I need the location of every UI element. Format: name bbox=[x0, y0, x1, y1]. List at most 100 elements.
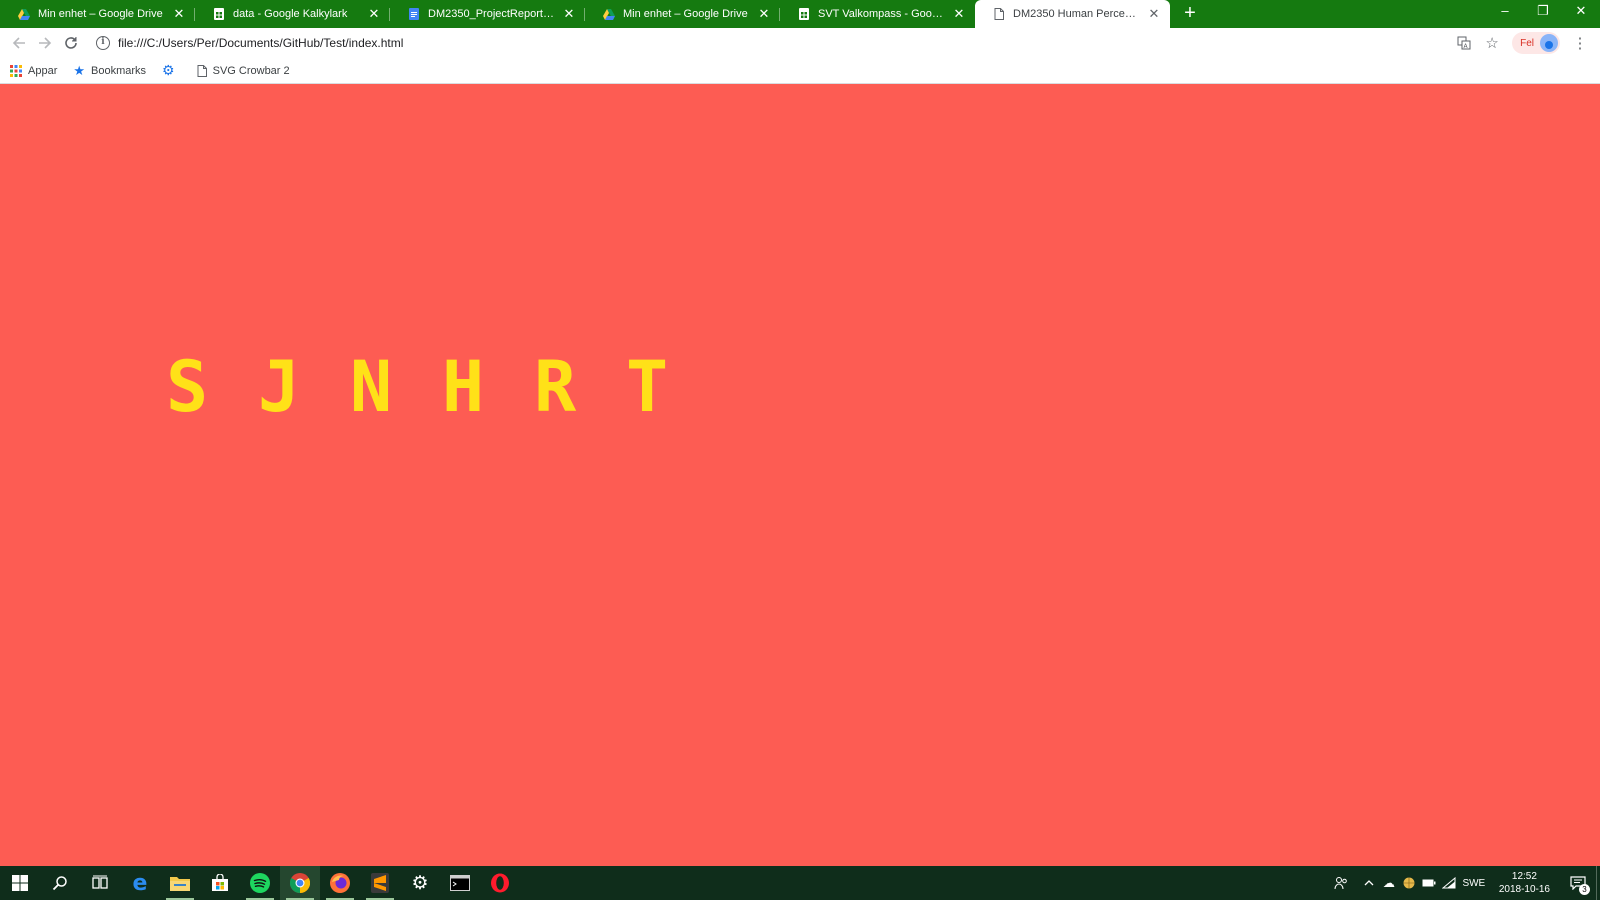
cloud-icon[interactable]: ☁ bbox=[1379, 876, 1399, 890]
action-center-button[interactable]: 3 bbox=[1560, 866, 1596, 900]
google-drive-icon bbox=[18, 8, 30, 20]
file-explorer-icon bbox=[170, 877, 190, 891]
back-button[interactable] bbox=[6, 30, 32, 56]
close-icon[interactable]: ✕ bbox=[951, 6, 967, 22]
reload-button[interactable] bbox=[58, 30, 84, 56]
sublime-text-icon bbox=[371, 873, 389, 893]
show-desktop-button[interactable] bbox=[1596, 866, 1600, 900]
spotify-icon bbox=[250, 873, 270, 893]
letter-sequence: S J N H R T bbox=[166, 352, 718, 422]
address-bar[interactable]: i bbox=[90, 30, 1451, 56]
tab-human-perception[interactable]: DM2350 Human Perception ✕ bbox=[975, 0, 1170, 28]
clock-date: 2018-10-16 bbox=[1498, 884, 1550, 895]
tab-google-drive-2[interactable]: Min enhet – Google Drive ✕ bbox=[585, 0, 780, 28]
edge-icon: e bbox=[132, 870, 148, 896]
taskbar-chrome[interactable] bbox=[280, 866, 320, 900]
letter: N bbox=[350, 346, 393, 428]
reload-icon bbox=[65, 37, 77, 49]
bookmark-svg-crowbar[interactable]: SVG Crowbar 2 bbox=[197, 64, 290, 77]
tab-google-drive-1[interactable]: Min enhet – Google Drive ✕ bbox=[0, 0, 195, 28]
letter: H bbox=[442, 346, 485, 428]
start-icon bbox=[12, 875, 28, 891]
bookmark-label: Appar bbox=[28, 64, 58, 77]
google-sheets-icon bbox=[798, 8, 810, 20]
globe-icon[interactable] bbox=[1399, 877, 1419, 889]
tab-title: SVT Valkompass - Google Kalkylark bbox=[818, 8, 945, 20]
letter: S bbox=[166, 346, 209, 428]
letter: T bbox=[626, 346, 669, 428]
close-icon[interactable]: ✕ bbox=[561, 6, 577, 22]
tab-svt-valkompass-sheets[interactable]: SVT Valkompass - Google Kalkylark ✕ bbox=[780, 0, 975, 28]
close-icon[interactable]: ✕ bbox=[1146, 6, 1162, 22]
terminal-icon bbox=[450, 875, 470, 891]
page-icon bbox=[993, 8, 1005, 20]
profile-button[interactable]: Fel bbox=[1512, 32, 1560, 54]
page-viewport: S J N H R T bbox=[0, 84, 1600, 866]
gear-icon: ⚙ bbox=[162, 62, 175, 78]
arrow-right-icon bbox=[39, 37, 52, 49]
taskbar-spotify[interactable] bbox=[240, 866, 280, 900]
forward-button[interactable] bbox=[32, 30, 58, 56]
letter: J bbox=[258, 346, 301, 428]
wifi-icon[interactable] bbox=[1439, 877, 1459, 889]
bookmark-settings[interactable]: ⚙ bbox=[162, 62, 181, 79]
tab-title: Min enhet – Google Drive bbox=[623, 8, 748, 20]
bookmark-label: SVG Crowbar 2 bbox=[212, 64, 290, 77]
taskbar-opera[interactable] bbox=[480, 866, 520, 900]
translate-icon[interactable]: A bbox=[1450, 30, 1478, 56]
tab-title: DM2350_ProjectReport_PH3_2 - G bbox=[428, 8, 555, 20]
taskbar-file-explorer[interactable] bbox=[160, 866, 200, 900]
tab-title: DM2350 Human Perception bbox=[1013, 8, 1140, 20]
windows-taskbar: e ⚙ ☁ SWE 12:52 2018-10-16 3 bbox=[0, 866, 1600, 900]
task-view-button[interactable] bbox=[80, 866, 120, 900]
people-icon[interactable] bbox=[1331, 876, 1351, 890]
opera-icon bbox=[491, 873, 509, 893]
url-input[interactable] bbox=[118, 36, 1451, 50]
battery-icon[interactable] bbox=[1419, 879, 1439, 887]
taskbar-settings[interactable]: ⚙ bbox=[400, 866, 440, 900]
taskbar-terminal[interactable] bbox=[440, 866, 480, 900]
task-view-icon bbox=[92, 875, 108, 889]
bookmark-apps[interactable]: Appar bbox=[10, 64, 58, 77]
taskbar-sublime-text[interactable] bbox=[360, 866, 400, 900]
taskbar-search-button[interactable] bbox=[40, 866, 80, 900]
info-icon[interactable]: i bbox=[96, 36, 110, 50]
new-tab-button[interactable]: + bbox=[1176, 0, 1204, 28]
search-icon bbox=[52, 876, 67, 891]
tab-project-report-docs[interactable]: DM2350_ProjectReport_PH3_2 - G ✕ bbox=[390, 0, 585, 28]
letter: R bbox=[534, 346, 577, 428]
tab-data-sheets[interactable]: data - Google Kalkylark ✕ bbox=[195, 0, 390, 28]
language-indicator[interactable]: SWE bbox=[1459, 878, 1489, 889]
browser-toolbar: i A ☆ Fel ⋮ bbox=[0, 28, 1600, 58]
clock-time: 12:52 bbox=[1511, 871, 1537, 882]
bookmarks-bar: Appar ★ Bookmarks ⚙ SVG Crowbar 2 bbox=[0, 58, 1600, 84]
settings-icon: ⚙ bbox=[411, 872, 429, 894]
start-button[interactable] bbox=[0, 866, 40, 900]
page-icon bbox=[197, 64, 207, 77]
bookmark-star-icon[interactable]: ☆ bbox=[1478, 30, 1506, 56]
tab-title: Min enhet – Google Drive bbox=[38, 8, 163, 20]
close-icon[interactable]: ✕ bbox=[756, 6, 772, 22]
notification-count-badge: 3 bbox=[1579, 884, 1590, 895]
clock[interactable]: 12:52 2018-10-16 bbox=[1499, 870, 1550, 896]
minimize-button[interactable]: – bbox=[1486, 0, 1524, 24]
chrome-icon bbox=[290, 873, 310, 893]
taskbar-store[interactable] bbox=[200, 866, 240, 900]
restore-button[interactable]: ❐ bbox=[1524, 0, 1562, 24]
close-icon[interactable]: ✕ bbox=[171, 6, 187, 22]
arrow-left-icon bbox=[12, 37, 25, 49]
close-icon[interactable]: ✕ bbox=[366, 6, 382, 22]
google-sheets-icon bbox=[213, 8, 225, 20]
more-menu-icon[interactable]: ⋮ bbox=[1566, 30, 1594, 56]
firefox-icon bbox=[330, 873, 350, 893]
window-controls: – ❐ ✕ bbox=[1486, 0, 1600, 28]
apps-grid-icon bbox=[10, 64, 22, 77]
taskbar-firefox[interactable] bbox=[320, 866, 360, 900]
bookmark-bookmarks[interactable]: ★ Bookmarks bbox=[73, 63, 146, 79]
close-window-button[interactable]: ✕ bbox=[1562, 0, 1600, 24]
taskbar-edge[interactable]: e bbox=[120, 866, 160, 900]
star-icon: ★ bbox=[73, 62, 86, 78]
chevron-up-icon[interactable] bbox=[1359, 880, 1379, 886]
bookmark-label: Bookmarks bbox=[91, 64, 147, 77]
store-icon bbox=[212, 874, 228, 891]
